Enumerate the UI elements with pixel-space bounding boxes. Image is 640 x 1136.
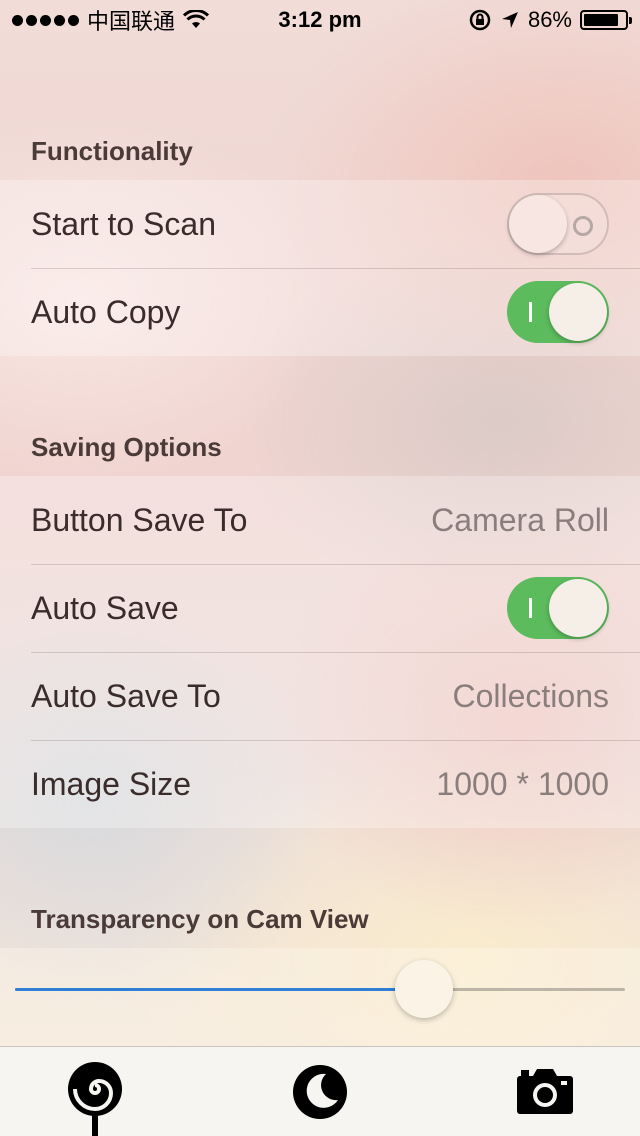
status-bar: 中国联通 3:12 pm 86% (0, 0, 640, 40)
carrier-name: 中国联通 (87, 9, 176, 34)
location-arrow-icon (501, 12, 518, 28)
rotation-lock-icon (469, 9, 491, 31)
button-save-to-label: Button Save To (31, 501, 248, 538)
image-size-value: 1000 * 1000 (436, 765, 609, 802)
auto-copy-label: Auto Copy (31, 293, 181, 330)
row-auto-save-to[interactable]: Auto Save To Collections (0, 652, 640, 740)
row-image-size[interactable]: Image Size 1000 * 1000 (0, 740, 640, 828)
auto-save-label: Auto Save (31, 589, 179, 626)
battery-percent: 86% (527, 7, 572, 32)
auto-copy-toggle[interactable] (507, 281, 609, 343)
row-auto-copy: Auto Copy (0, 268, 640, 356)
auto-save-toggle[interactable] (507, 577, 609, 639)
tab-lollipop[interactable] (60, 1047, 130, 1136)
section-header-transparency: Transparency on Cam View (31, 904, 369, 934)
button-save-to-value: Camera Roll (431, 501, 609, 538)
moon-icon (293, 1064, 347, 1119)
row-start-to-scan: Start to Scan (0, 180, 640, 268)
tab-night[interactable] (285, 1047, 355, 1136)
auto-save-to-value: Collections (452, 677, 609, 714)
section-header-functionality: Functionality (31, 136, 193, 166)
wifi-icon (183, 10, 210, 28)
auto-save-to-label: Auto Save To (31, 677, 221, 714)
saving-options-group: Button Save To Camera Roll Auto Save Aut… (0, 476, 640, 828)
start-to-scan-label: Start to Scan (31, 205, 216, 242)
tab-bar (0, 1046, 640, 1136)
section-header-saving-options: Saving Options (31, 432, 222, 462)
row-button-save-to[interactable]: Button Save To Camera Roll (0, 476, 640, 564)
camera-icon (517, 1068, 573, 1114)
transparency-slider-track[interactable] (15, 988, 625, 991)
row-auto-save: Auto Save (0, 564, 640, 652)
battery-icon (580, 10, 632, 30)
signal-strength-icon (12, 14, 79, 26)
image-size-label: Image Size (31, 765, 192, 802)
functionality-group: Start to Scan Auto Copy (0, 180, 640, 356)
tab-camera[interactable] (510, 1047, 580, 1136)
transparency-slider-area (0, 948, 640, 1046)
start-to-scan-toggle[interactable] (507, 193, 609, 255)
lollipop-icon (68, 1061, 122, 1136)
transparency-slider-thumb[interactable] (394, 960, 453, 1018)
transparency-slider-fill (15, 988, 424, 991)
